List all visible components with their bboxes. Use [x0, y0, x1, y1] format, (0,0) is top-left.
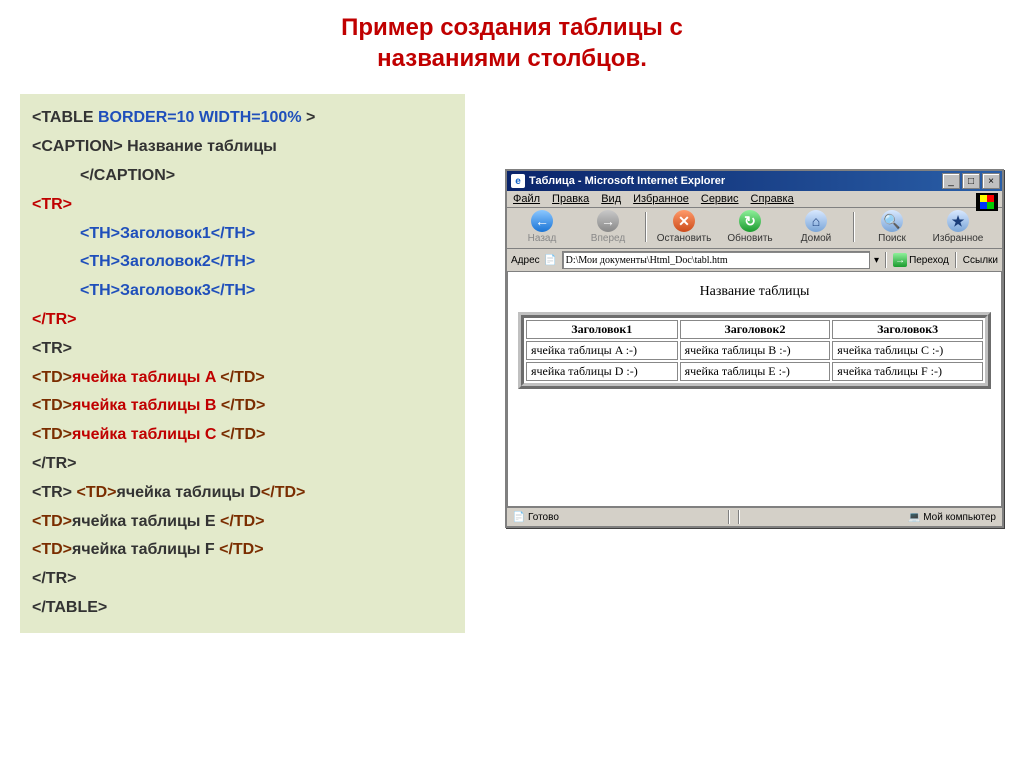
ie-window: e Таблица - Microsoft Internet Explorer … — [505, 169, 1004, 528]
stop-button[interactable]: ✕ Остановить — [653, 210, 715, 244]
status-separator — [728, 510, 730, 524]
menu-file[interactable]: Файл — [513, 193, 540, 205]
code-line: </TR> — [32, 306, 453, 335]
code-line: <TH>Заголовок3</TH> — [80, 277, 453, 306]
demo-table: Заголовок1 Заголовок2 Заголовок3 ячейка … — [518, 312, 991, 389]
address-input[interactable] — [562, 251, 870, 269]
code-line: <TD>ячейка таблицы B </TD> — [32, 392, 453, 421]
address-bar: Адрес 📄 ▾ → Переход Ссылки — [507, 249, 1002, 272]
table-header: Заголовок2 — [680, 320, 831, 339]
title-line1: Пример создания таблицы с — [341, 14, 683, 41]
computer-icon: 💻 — [908, 511, 920, 523]
code-line: <TABLE BORDER=10 WIDTH=100% > — [32, 104, 453, 133]
refresh-button[interactable]: ↻ Обновить — [719, 210, 781, 244]
browser-viewport: Название таблицы Заголовок1 Заголовок2 З… — [507, 272, 1002, 507]
code-line: <TR> — [32, 335, 453, 364]
toolbar-separator — [853, 212, 855, 242]
code-line: <TD>ячейка таблицы A </TD> — [32, 364, 453, 393]
table-header: Заголовок1 — [526, 320, 678, 339]
code-line: <TD>ячейка таблицы F </TD> — [32, 536, 453, 565]
search-icon: 🔍 — [881, 210, 903, 232]
minimize-button[interactable]: _ — [942, 173, 960, 189]
addr-separator — [885, 252, 887, 268]
links-label[interactable]: Ссылки — [963, 255, 998, 266]
favorites-button[interactable]: ★ Избранное — [927, 210, 989, 244]
menu-view[interactable]: Вид — [601, 193, 621, 205]
ready-icon: 📄 — [513, 511, 525, 523]
table-cell: ячейка таблицы C :-) — [832, 341, 983, 360]
code-line: </TR> — [32, 565, 453, 594]
address-label: Адрес — [511, 255, 540, 266]
menu-tools[interactable]: Сервис — [701, 193, 739, 205]
table-cell: ячейка таблицы E :-) — [680, 362, 831, 381]
window-titlebar[interactable]: e Таблица - Microsoft Internet Explorer … — [507, 171, 1002, 191]
windows-logo-icon — [976, 193, 998, 211]
back-button[interactable]: ← Назад — [511, 210, 573, 244]
close-button[interactable]: × — [982, 173, 1000, 189]
code-line: <TD>ячейка таблицы E </TD> — [32, 508, 453, 537]
toolbar-separator — [645, 212, 647, 242]
ie-logo-icon: e — [511, 174, 525, 188]
dropdown-icon[interactable]: ▾ — [874, 255, 879, 266]
status-separator — [738, 510, 740, 524]
code-line: <TD>ячейка таблицы C </TD> — [32, 421, 453, 450]
stop-icon: ✕ — [673, 210, 695, 232]
document-icon: 📄 — [544, 253, 558, 267]
search-button[interactable]: 🔍 Поиск — [861, 210, 923, 244]
code-line: <CAPTION> Название таблицы — [32, 133, 453, 162]
code-line: </TABLE> — [32, 594, 453, 623]
code-line: <TH>Заголовок1</TH> — [80, 220, 453, 249]
menu-favorites[interactable]: Избранное — [633, 193, 689, 205]
table-cell: ячейка таблицы D :-) — [526, 362, 678, 381]
addr-separator — [955, 252, 957, 268]
code-line: <TR> <TD>ячейка таблицы D</TD> — [32, 479, 453, 508]
table-row: Заголовок1 Заголовок2 Заголовок3 — [526, 320, 983, 339]
code-line: <TH>Заголовок2</TH> — [80, 248, 453, 277]
status-ready: Готово — [528, 512, 559, 523]
code-block: <TABLE BORDER=10 WIDTH=100% > <CAPTION> … — [20, 94, 465, 632]
home-icon: ⌂ — [805, 210, 827, 232]
table-header: Заголовок3 — [832, 320, 983, 339]
table-cell: ячейка таблицы A :-) — [526, 341, 678, 360]
status-bar: 📄 Готово 💻 Мой компьютер — [507, 507, 1002, 526]
go-icon: → — [893, 253, 907, 267]
menu-edit[interactable]: Правка — [552, 193, 589, 205]
toolbar: ← Назад → Вперед ✕ Остановить ↻ Обновить — [507, 208, 1002, 249]
status-zone: Мой компьютер — [923, 512, 996, 523]
home-button[interactable]: ⌂ Домой — [785, 210, 847, 244]
menu-help[interactable]: Справка — [751, 193, 794, 205]
menubar: Файл Правка Вид Избранное Сервис Справка — [507, 191, 1002, 208]
refresh-icon: ↻ — [739, 210, 761, 232]
table-cell: ячейка таблицы B :-) — [680, 341, 831, 360]
table-row: ячейка таблицы A :-) ячейка таблицы B :-… — [526, 341, 983, 360]
slide-title: Пример создания таблицы с названиями сто… — [0, 0, 1024, 94]
star-icon: ★ — [947, 210, 969, 232]
code-line: </TR> — [32, 450, 453, 479]
forward-button[interactable]: → Вперед — [577, 210, 639, 244]
maximize-button[interactable]: □ — [962, 173, 980, 189]
table-caption: Название таблицы — [518, 284, 991, 300]
code-line: <TR> — [32, 191, 453, 220]
go-button[interactable]: → Переход — [893, 253, 949, 267]
code-line: </CAPTION> — [80, 162, 453, 191]
table-row: ячейка таблицы D :-) ячейка таблицы E :-… — [526, 362, 983, 381]
window-title: Таблица - Microsoft Internet Explorer — [529, 175, 942, 187]
arrow-left-icon: ← — [531, 210, 553, 232]
table-cell: ячейка таблицы F :-) — [832, 362, 983, 381]
title-line2: названиями столбцов. — [377, 45, 647, 72]
arrow-right-icon: → — [597, 210, 619, 232]
